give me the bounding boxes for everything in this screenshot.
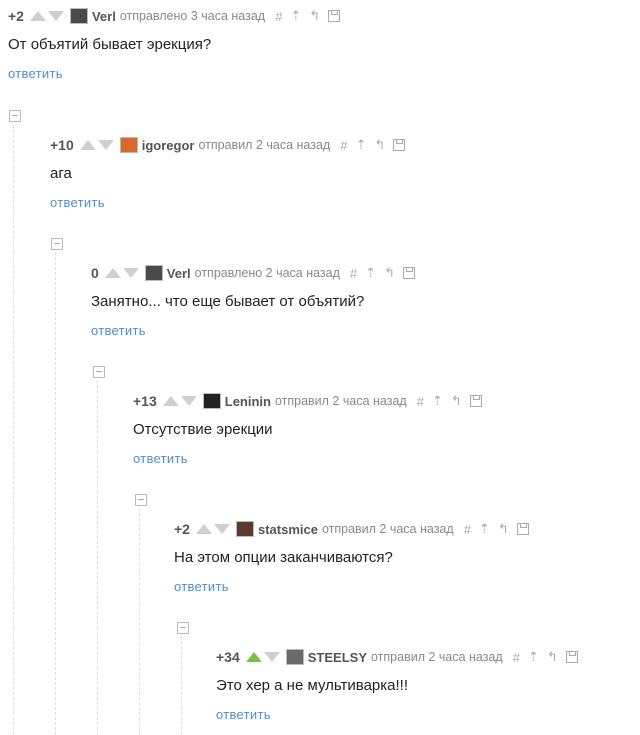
- collapse-thread-button[interactable]: [177, 622, 189, 634]
- comment-header: +2 Verl отправлено 3 часа назад # ⇡ ↰: [8, 6, 341, 26]
- comment: +2 Verl отправлено 3 часа назад # ⇡ ↰ От…: [8, 6, 341, 81]
- save-icon[interactable]: [393, 139, 406, 151]
- comment-time[interactable]: отправил 2 часа назад: [371, 650, 503, 664]
- comment: +34 STEELSY отправил 2 часа назад # ⇡ ↰ …: [216, 647, 578, 722]
- avatar[interactable]: [144, 265, 163, 281]
- comment: 0 Verl отправлено 2 часа назад # ⇡ ↰ Зан…: [91, 263, 415, 338]
- downvote-icon[interactable]: [97, 140, 114, 150]
- upvote-icon[interactable]: [79, 140, 96, 150]
- comment-time[interactable]: отправлено 2 часа назад: [195, 266, 340, 280]
- collapse-thread-button[interactable]: [93, 366, 105, 378]
- downvote-icon[interactable]: [47, 11, 64, 21]
- reply-link[interactable]: ответить: [8, 66, 340, 81]
- parent-comment-icon[interactable]: ↰: [451, 393, 462, 409]
- comment-rating: +13: [133, 393, 157, 409]
- comment-rating: +2: [174, 521, 190, 537]
- downvote-icon[interactable]: [263, 652, 280, 662]
- comment-text: ага: [50, 165, 72, 182]
- author-name[interactable]: igoregor: [142, 138, 195, 153]
- permalink-icon[interactable]: #: [350, 266, 357, 281]
- comment: +2 statsmice отправил 2 часа назад # ⇡ ↰…: [174, 519, 529, 594]
- comment-text: Отсутствие эрекции: [133, 421, 273, 438]
- avatar[interactable]: [235, 521, 254, 537]
- scroll-up-icon[interactable]: ⇡: [290, 8, 301, 24]
- upvote-icon[interactable]: [104, 268, 121, 278]
- parent-comment-icon[interactable]: ↰: [384, 265, 395, 281]
- comment-header: +2 statsmice отправил 2 часа назад # ⇡ ↰: [174, 519, 529, 539]
- upvote-icon[interactable]: [162, 396, 179, 406]
- comment-rating: 0: [91, 265, 99, 281]
- permalink-icon[interactable]: #: [417, 394, 424, 409]
- reply-link[interactable]: ответить: [91, 323, 415, 338]
- author-name[interactable]: Leninin: [225, 394, 271, 409]
- save-icon[interactable]: [565, 651, 578, 663]
- reply-link[interactable]: ответить: [174, 579, 529, 594]
- author-name[interactable]: STEELSY: [308, 650, 367, 665]
- comment-header: 0 Verl отправлено 2 часа назад # ⇡ ↰: [91, 263, 415, 283]
- downvote-icon[interactable]: [180, 396, 197, 406]
- comment-text: На этом опции заканчиваются?: [174, 549, 393, 566]
- comment-time[interactable]: отправил 2 часа назад: [275, 394, 407, 408]
- comment: +10 igoregor отправил 2 часа назад # ⇡ ↰…: [50, 135, 406, 210]
- comment-rating: +10: [50, 137, 74, 153]
- thread-line: [181, 636, 182, 735]
- save-icon[interactable]: [469, 395, 482, 407]
- comment-header: +10 igoregor отправил 2 часа назад # ⇡ ↰: [50, 135, 406, 155]
- save-icon[interactable]: [402, 267, 415, 279]
- upvote-icon[interactable]: [195, 524, 212, 534]
- permalink-icon[interactable]: #: [275, 9, 282, 24]
- author-name[interactable]: statsmice: [258, 522, 318, 537]
- parent-comment-icon[interactable]: ↰: [374, 137, 385, 153]
- thread-line: [97, 380, 98, 735]
- comment-text: От объятий бывает эрекция?: [8, 36, 212, 53]
- author-name[interactable]: Verl: [92, 9, 116, 24]
- avatar[interactable]: [202, 393, 221, 409]
- comment-text: Занятно... что еще бывает от объятий?: [91, 293, 365, 310]
- comment-rating: +2: [8, 8, 24, 24]
- avatar[interactable]: [285, 649, 304, 665]
- save-icon[interactable]: [328, 10, 341, 22]
- downvote-icon[interactable]: [213, 524, 230, 534]
- avatar[interactable]: [119, 137, 138, 153]
- comment-text: Это хер а не мультиварка!!!: [216, 677, 408, 694]
- thread-line: [55, 252, 56, 735]
- save-icon[interactable]: [516, 523, 529, 535]
- collapse-thread-button[interactable]: [51, 238, 63, 250]
- comment-header: +34 STEELSY отправил 2 часа назад # ⇡ ↰: [216, 647, 578, 667]
- avatar[interactable]: [69, 8, 88, 24]
- scroll-up-icon[interactable]: ⇡: [528, 649, 539, 665]
- reply-link[interactable]: ответить: [50, 195, 405, 210]
- thread-line: [13, 125, 14, 735]
- parent-comment-icon[interactable]: ↰: [547, 649, 558, 665]
- author-name[interactable]: Verl: [167, 266, 191, 281]
- upvote-icon[interactable]: [29, 11, 46, 21]
- comment: +13 Leninin отправил 2 часа назад # ⇡ ↰ …: [133, 391, 482, 466]
- comment-time[interactable]: отправил 2 часа назад: [198, 138, 330, 152]
- parent-comment-icon[interactable]: ↰: [309, 8, 320, 24]
- scroll-up-icon[interactable]: ⇡: [479, 521, 490, 537]
- collapse-thread-button[interactable]: [9, 110, 21, 122]
- permalink-icon[interactable]: #: [464, 522, 471, 537]
- downvote-icon[interactable]: [122, 268, 139, 278]
- comment-time[interactable]: отправлено 3 часа назад: [120, 9, 265, 23]
- collapse-thread-button[interactable]: [135, 494, 147, 506]
- comment-time[interactable]: отправил 2 часа назад: [322, 522, 454, 536]
- comment-rating: +34: [216, 649, 240, 665]
- scroll-up-icon[interactable]: ⇡: [365, 265, 376, 281]
- reply-link[interactable]: ответить: [133, 451, 482, 466]
- permalink-icon[interactable]: #: [340, 138, 347, 153]
- reply-link[interactable]: ответить: [216, 707, 578, 722]
- upvote-icon[interactable]: [245, 652, 262, 662]
- thread-line: [139, 508, 140, 735]
- scroll-up-icon[interactable]: ⇡: [432, 393, 443, 409]
- parent-comment-icon[interactable]: ↰: [498, 521, 509, 537]
- permalink-icon[interactable]: #: [513, 650, 520, 665]
- comment-header: +13 Leninin отправил 2 часа назад # ⇡ ↰: [133, 391, 482, 411]
- scroll-up-icon[interactable]: ⇡: [355, 137, 366, 153]
